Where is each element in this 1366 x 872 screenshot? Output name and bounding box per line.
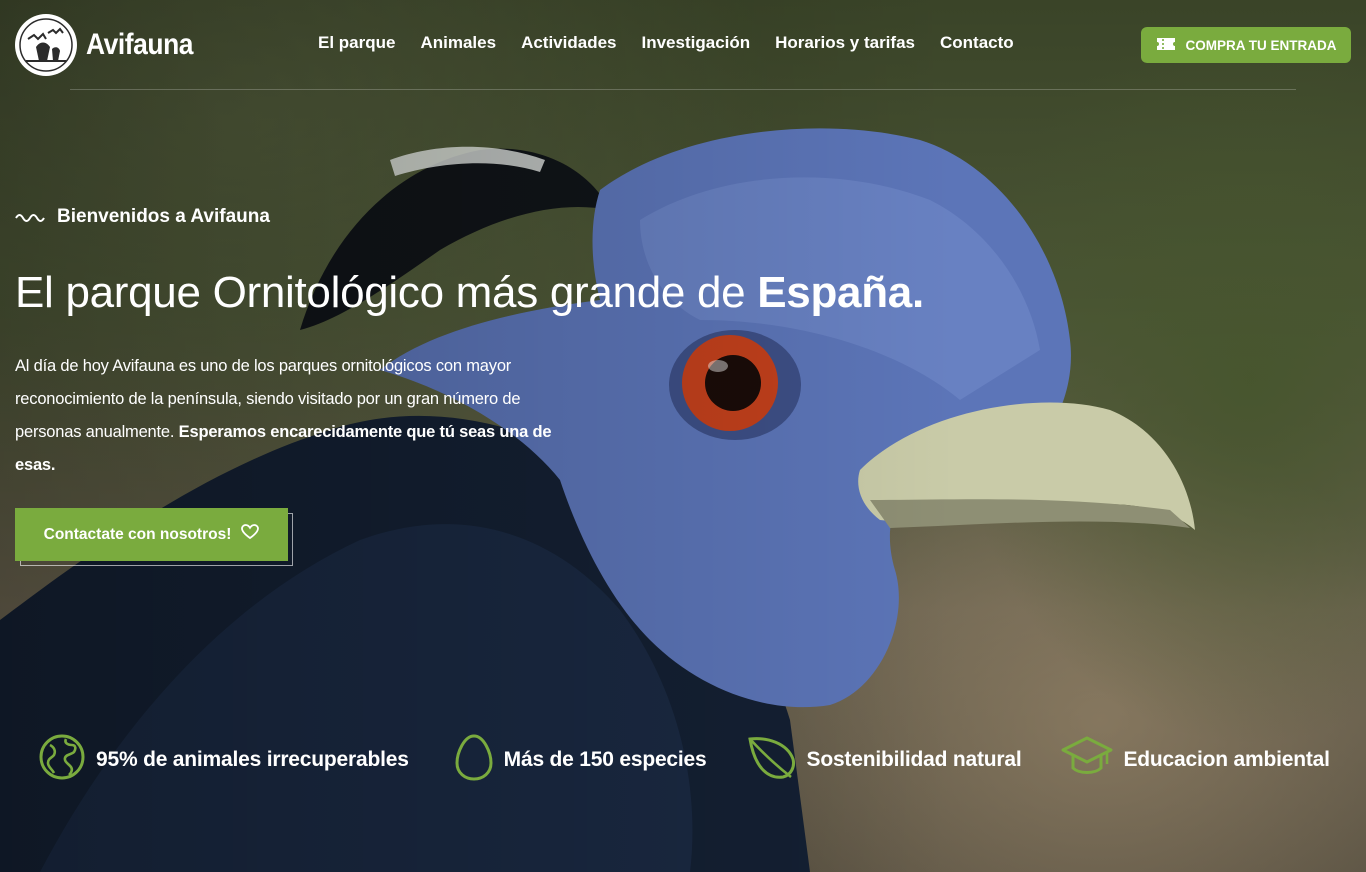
headline-bold: España. bbox=[757, 268, 924, 317]
buy-ticket-label: COMPRA TU ENTRADA bbox=[1185, 37, 1337, 53]
contact-button[interactable]: Contactate con nosotros! bbox=[15, 508, 288, 561]
nav-item-animales[interactable]: Animales bbox=[420, 33, 496, 53]
main-nav: El parque Animales Actividades Investiga… bbox=[318, 33, 1014, 53]
buy-ticket-button[interactable]: COMPRA TU ENTRADA bbox=[1141, 27, 1351, 63]
features-strip: 95% de animales irrecuperables Más de 15… bbox=[38, 733, 1348, 786]
site-logo[interactable]: Avifauna bbox=[15, 14, 208, 76]
egg-icon bbox=[454, 733, 494, 786]
nav-item-investigacion[interactable]: Investigación bbox=[642, 33, 751, 53]
brand-name: Avifauna bbox=[86, 28, 194, 61]
feature-item: Más de 150 especies bbox=[454, 733, 707, 786]
nav-item-actividades[interactable]: Actividades bbox=[521, 33, 616, 53]
eyebrow-text: Bienvenidos a Avifauna bbox=[57, 206, 270, 227]
hero-eyebrow: Bienvenidos a Avifauna bbox=[15, 206, 270, 228]
heart-icon bbox=[241, 524, 260, 545]
feature-item: Sostenibilidad natural bbox=[747, 733, 1022, 786]
logo-emblem-icon bbox=[15, 14, 77, 76]
leaf-icon bbox=[747, 733, 797, 786]
feature-label: Educacion ambiental bbox=[1123, 747, 1330, 771]
headline-regular: El parque Ornitológico más grande de bbox=[15, 268, 758, 317]
feature-label: Sostenibilidad natural bbox=[806, 747, 1022, 771]
feature-label: 95% de animales irrecuperables bbox=[96, 747, 409, 771]
feature-item: Educacion ambiental bbox=[1061, 734, 1330, 785]
header-divider bbox=[70, 89, 1296, 90]
feature-label: Más de 150 especies bbox=[503, 747, 707, 771]
nav-item-el-parque[interactable]: El parque bbox=[318, 33, 395, 53]
hero-intro: Al día de hoy Avifauna es uno de los par… bbox=[15, 350, 575, 482]
nav-item-contacto[interactable]: Contacto bbox=[940, 33, 1014, 53]
graduation-cap-icon bbox=[1061, 734, 1113, 785]
site-header: Avifauna El parque Animales Actividades … bbox=[0, 0, 1366, 90]
wave-icon bbox=[15, 206, 47, 228]
feature-item: 95% de animales irrecuperables bbox=[38, 733, 409, 786]
nav-item-horarios-tarifas[interactable]: Horarios y tarifas bbox=[775, 33, 915, 53]
contact-button-wrapper: Contactate con nosotros! bbox=[15, 508, 293, 566]
globe-icon bbox=[38, 733, 86, 786]
ticket-icon bbox=[1156, 36, 1176, 55]
hero-headline: El parque Ornitológico más grande de Esp… bbox=[15, 268, 924, 318]
contact-button-label: Contactate con nosotros! bbox=[43, 525, 232, 543]
